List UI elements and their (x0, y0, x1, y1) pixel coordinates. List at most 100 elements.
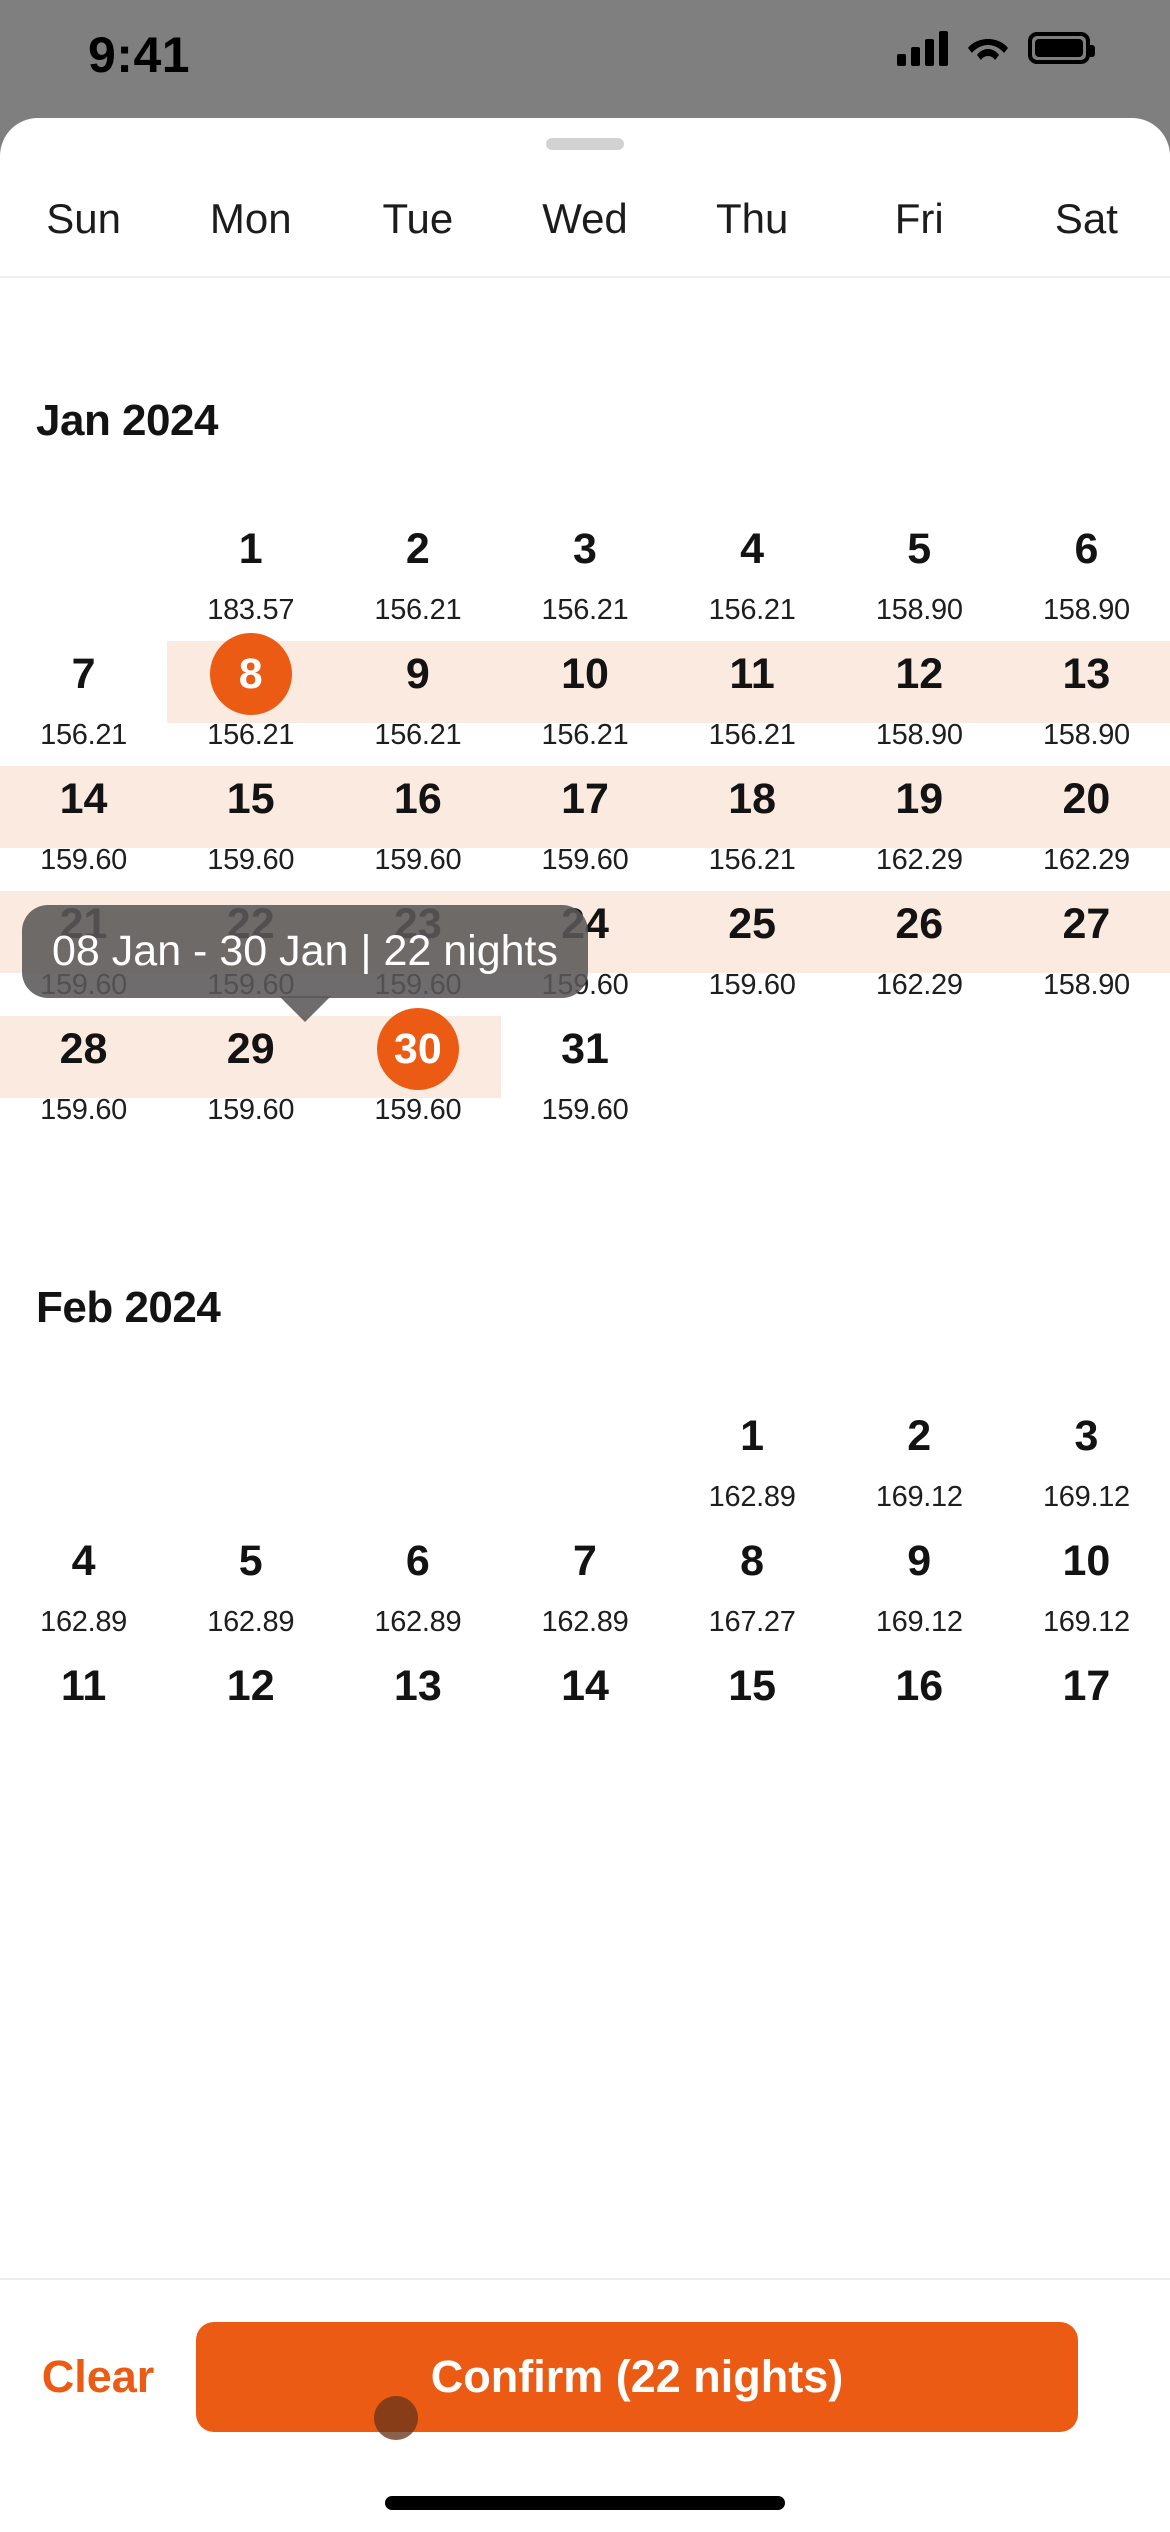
day-price: 158.90 (1042, 594, 1130, 626)
day-number[interactable]: 9 (377, 633, 459, 715)
calendar-day-cell[interactable]: 2 169.12 (836, 1395, 1003, 1520)
day-number[interactable]: 5 (878, 508, 960, 590)
calendar-day-cell[interactable]: 14 (501, 1645, 668, 1770)
confirm-button[interactable]: Confirm (22 nights) (196, 2322, 1078, 2432)
calendar-day-cell[interactable]: 3 156.21 (501, 508, 668, 633)
weekday-label-fri: Fri (894, 195, 944, 242)
day-price: 183.57 (207, 594, 295, 626)
day-number[interactable]: 4 (711, 508, 793, 590)
day-number[interactable]: 10 (1045, 1520, 1127, 1602)
day-number[interactable]: 25 (711, 883, 793, 965)
calendar-day-cell[interactable]: 1 162.89 (669, 1395, 836, 1520)
day-number[interactable]: 26 (878, 883, 960, 965)
calendar-day-cell[interactable]: 4 156.21 (669, 508, 836, 633)
drag-handle-icon[interactable] (546, 138, 624, 150)
day-number[interactable]: 8 (711, 1520, 793, 1602)
status-bar-indicators (897, 30, 1095, 66)
day-number[interactable]: 18 (711, 758, 793, 840)
calendar-day-cell[interactable]: 2 156.21 (334, 508, 501, 633)
day-price: 156.21 (708, 594, 796, 626)
day-number[interactable]: 1 (711, 1395, 793, 1477)
day-price: 159.60 (708, 969, 796, 1001)
calendar-day-cell[interactable]: 12 (167, 1645, 334, 1770)
day-number[interactable]: 30 (376, 1008, 459, 1090)
calendar-day-cell[interactable]: 17 (1003, 1645, 1170, 1770)
day-price: 169.12 (1042, 1606, 1130, 1638)
day-number[interactable]: 13 (1045, 633, 1127, 715)
day-number[interactable]: 15 (711, 1645, 793, 1727)
calendar-day-cell[interactable]: 1 183.57 (167, 508, 334, 633)
signal-bars-icon (897, 30, 948, 66)
day-number[interactable]: 15 (210, 758, 292, 840)
calendar-day-cell[interactable]: 4 162.89 (0, 1520, 167, 1645)
calendar-day-cell[interactable]: 3 169.12 (1003, 1395, 1170, 1520)
day-number[interactable]: 31 (544, 1008, 626, 1090)
selection-tooltip-text: 08 Jan - 30 Jan | 22 nights (52, 927, 559, 975)
calendar-week-row: 21159.6022159.6023159.6024159.6025159.60… (0, 883, 1170, 1022)
calendar-day-cell[interactable]: 9 169.12 (836, 1520, 1003, 1645)
day-number[interactable]: 11 (43, 1645, 125, 1727)
day-number[interactable]: 3 (544, 508, 626, 590)
day-number[interactable]: 3 (1045, 1395, 1127, 1477)
day-number[interactable]: 14 (544, 1645, 626, 1727)
calendar-day-cell[interactable]: 5 158.90 (836, 508, 1003, 633)
weekday-header: Sun Mon Tue Wed Thu Fri Sat (0, 162, 1170, 278)
calendar-day-cell[interactable]: 16 (836, 1645, 1003, 1770)
day-number[interactable]: 1 (210, 508, 292, 590)
calendar-scroll-area[interactable]: Jan 2024 1 183.57 2 156.21 3 156.21 4 156.21 5 158… (0, 280, 1170, 2278)
clear-button[interactable]: Clear (0, 2322, 196, 2432)
calendar-day-cell[interactable]: 31 159.60 (501, 1008, 668, 1133)
day-number[interactable]: 11 (711, 633, 793, 715)
day-price: 158.90 (1042, 969, 1130, 1001)
day-number[interactable]: 13 (377, 1645, 459, 1727)
day-price: 162.89 (40, 1606, 128, 1638)
calendar-day-cell[interactable]: 6 162.89 (334, 1520, 501, 1645)
weekday-label-sun: Sun (46, 195, 121, 242)
day-price: 162.29 (875, 844, 963, 876)
calendar-day-cell[interactable]: 6 158.90 (1003, 508, 1170, 633)
day-number[interactable]: 7 (43, 633, 125, 715)
day-number[interactable]: 27 (1045, 883, 1127, 965)
calendar-day-cell[interactable]: 7 162.89 (501, 1520, 668, 1645)
calendar-day-cell[interactable]: 13 (334, 1645, 501, 1770)
day-number[interactable]: 5 (210, 1520, 292, 1602)
range-highlight-band (167, 641, 1170, 723)
day-number[interactable]: 7 (544, 1520, 626, 1602)
day-number[interactable]: 17 (544, 758, 626, 840)
day-number[interactable]: 12 (878, 633, 960, 715)
calendar-day-cell[interactable]: 11 (0, 1645, 167, 1770)
weekday-label-sat: Sat (1054, 195, 1118, 242)
day-number[interactable]: 20 (1045, 758, 1127, 840)
day-number[interactable]: 28 (43, 1008, 125, 1090)
day-number[interactable]: 4 (43, 1520, 125, 1602)
calendar-cell-empty (501, 1395, 668, 1520)
day-number[interactable]: 6 (1045, 508, 1127, 590)
day-number[interactable]: 12 (210, 1645, 292, 1727)
weekday-label-mon: Mon (209, 195, 292, 242)
day-price: 158.90 (875, 594, 963, 626)
day-number[interactable]: 16 (878, 1645, 960, 1727)
day-number[interactable]: 19 (878, 758, 960, 840)
day-price: 159.60 (541, 1094, 629, 1126)
status-bar: 9:41 (0, 0, 1170, 120)
day-number[interactable]: 9 (878, 1520, 960, 1602)
calendar-day-cell[interactable]: 8 167.27 (669, 1520, 836, 1645)
day-number[interactable]: 2 (377, 508, 459, 590)
day-number[interactable]: 14 (43, 758, 125, 840)
day-number[interactable]: 6 (377, 1520, 459, 1602)
calendar-day-cell[interactable]: 5 162.89 (167, 1520, 334, 1645)
day-number[interactable]: 2 (878, 1395, 960, 1477)
day-price: 158.90 (1042, 719, 1130, 751)
calendar-day-cell[interactable]: 15 (669, 1645, 836, 1770)
calendar-cell-empty (0, 508, 167, 633)
day-number[interactable]: 17 (1045, 1645, 1127, 1727)
day-price: 159.60 (40, 1094, 128, 1126)
day-number[interactable]: 8 (209, 633, 292, 715)
month-title: Feb 2024 (36, 1283, 221, 1332)
status-bar-time: 9:41 (88, 27, 191, 83)
day-number[interactable]: 16 (377, 758, 459, 840)
calendar-day-cell[interactable]: 7 156.21 (0, 633, 167, 758)
calendar-day-cell[interactable]: 10 169.12 (1003, 1520, 1170, 1645)
day-number[interactable]: 10 (544, 633, 626, 715)
calendar-week-row: 1 183.57 2 156.21 3 156.21 4 156.21 5 158.90 6 158.… (0, 508, 1170, 633)
